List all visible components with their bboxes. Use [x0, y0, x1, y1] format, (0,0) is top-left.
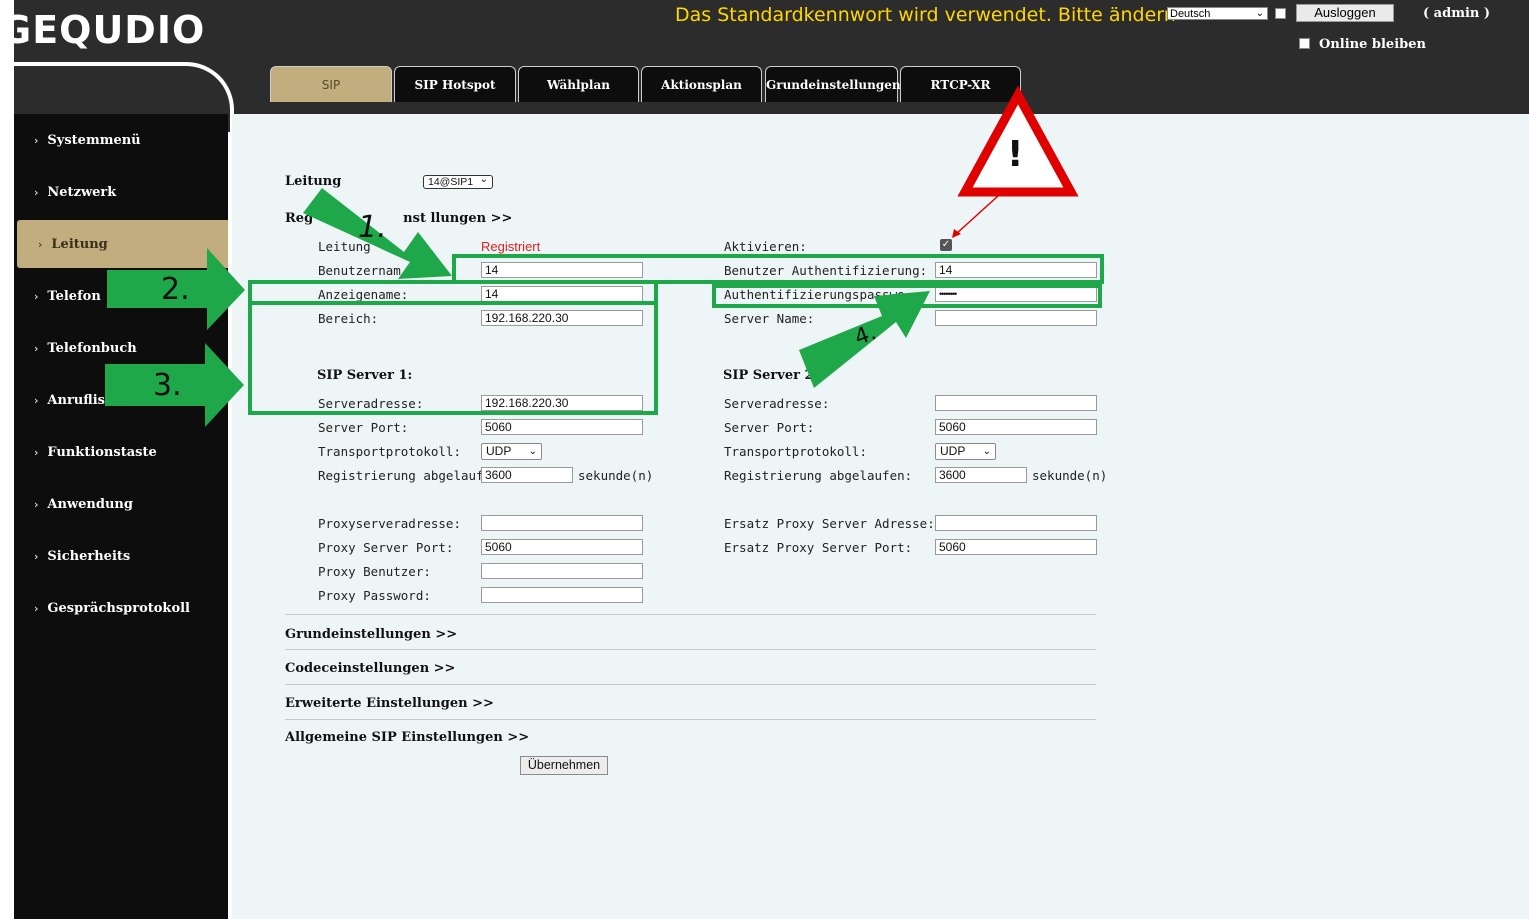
step3-label: 3. — [153, 368, 182, 403]
warning-exclamation: ! — [1007, 134, 1024, 175]
step1-label: 1. — [358, 210, 387, 245]
annotation-overlay — [105, 85, 1079, 427]
warning-pointer-line — [955, 195, 999, 235]
step2-label: 2. — [161, 272, 190, 307]
